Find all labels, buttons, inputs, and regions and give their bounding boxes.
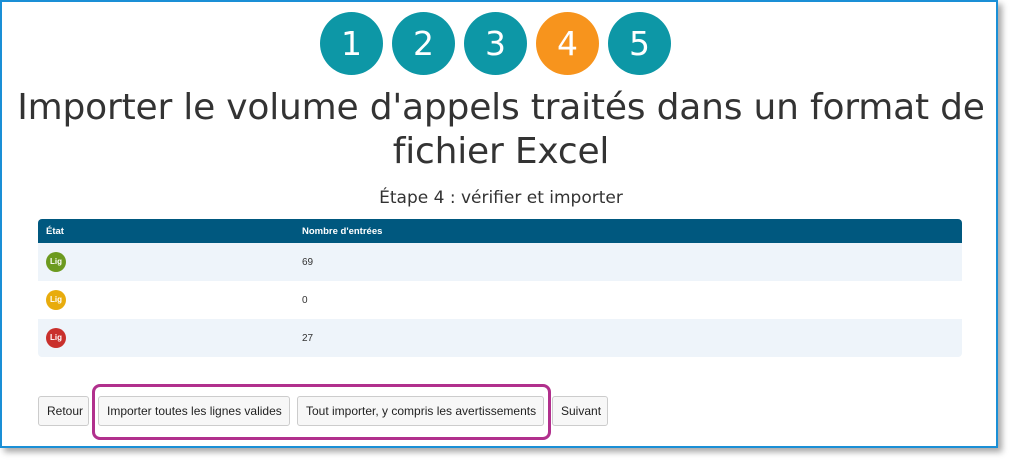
- step-2[interactable]: 2: [392, 12, 455, 75]
- error-status-badge: Lig: [46, 328, 66, 348]
- count-cell: 69: [302, 243, 962, 281]
- status-cell: Lig: [38, 243, 302, 281]
- import-valid-lines-button[interactable]: Importer toutes les lignes valides: [98, 396, 290, 426]
- import-all-with-warnings-button[interactable]: Tout importer, y compris les avertisseme…: [297, 396, 544, 426]
- table-row: Lig 69: [38, 243, 962, 281]
- next-button[interactable]: Suivant: [552, 396, 608, 426]
- valid-status-badge: Lig: [46, 252, 66, 272]
- step-subtitle: Étape 4 : vérifier et importer: [379, 188, 623, 208]
- count-cell: 27: [302, 319, 962, 357]
- table-header-row: État Nombre d'entrées: [38, 219, 962, 243]
- count-cell: 0: [302, 281, 962, 319]
- step-5[interactable]: 5: [608, 12, 671, 75]
- step-indicator: 1 2 3 4 5: [320, 12, 680, 75]
- step-4-current[interactable]: 4: [536, 12, 599, 75]
- table-row: Lig 0: [38, 281, 962, 319]
- warning-status-badge: Lig: [46, 290, 66, 310]
- column-header-count: Nombre d'entrées: [302, 219, 962, 243]
- import-summary-table: État Nombre d'entrées Lig 69 Lig 0 Lig 2…: [38, 219, 962, 357]
- column-header-status: État: [38, 219, 302, 243]
- status-cell: Lig: [38, 319, 302, 357]
- page-title: Importer le volume d'appels traités dans…: [17, 87, 985, 172]
- status-cell: Lig: [38, 281, 302, 319]
- table-row: Lig 27: [38, 319, 962, 357]
- back-button[interactable]: Retour: [38, 396, 89, 426]
- step-3[interactable]: 3: [464, 12, 527, 75]
- wizard-frame: 1 2 3 4 5 Importer le volume d'appels tr…: [0, 0, 998, 448]
- step-1[interactable]: 1: [320, 12, 383, 75]
